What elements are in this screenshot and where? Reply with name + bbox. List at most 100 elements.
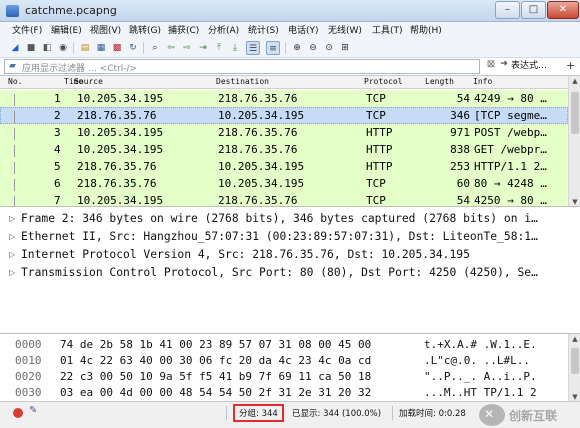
packet-cell-info: HTTP/1.1 2… xyxy=(474,160,547,173)
save-icon[interactable]: ▦ xyxy=(94,41,108,55)
scroll-up-icon[interactable]: ▲ xyxy=(571,335,579,343)
zoom-out-icon[interactable]: ⊖ xyxy=(306,41,320,55)
stop-icon[interactable]: ■ xyxy=(24,41,38,55)
menu-analyze[interactable]: 分析(A) xyxy=(208,23,239,36)
menu-telephony[interactable]: 电话(Y) xyxy=(288,23,319,36)
detail-tcp[interactable]: ▷ Transmission Control Protocol, Src Por… xyxy=(0,264,580,282)
bytes-row[interactable]: 0000 74 de 2b 58 1b 41 00 23 89 57 07 31… xyxy=(0,336,568,353)
packet-list-scrollbar[interactable]: ▲ ▼ xyxy=(568,76,580,207)
zoom-in-icon[interactable]: ⊕ xyxy=(290,41,304,55)
packet-cell-length: 971 xyxy=(450,126,470,139)
maximize-button[interactable]: □ xyxy=(521,1,546,19)
menu-tools[interactable]: 工具(T) xyxy=(372,23,403,36)
minimize-button[interactable]: – xyxy=(495,1,520,19)
bytes-scrollbar[interactable]: ▲ ▼ xyxy=(568,334,580,402)
packet-row[interactable]: 4 10.205.34.195 218.76.35.76 HTTP 838 GET /we… xyxy=(0,141,568,158)
menu-capture[interactable]: 捕获(C) xyxy=(168,23,199,36)
close-button[interactable]: ✕ xyxy=(547,1,579,19)
first-icon[interactable]: ⤒ xyxy=(212,41,226,55)
menu-help[interactable]: 帮助(H) xyxy=(410,23,442,36)
menu-wireless[interactable]: 无线(W) xyxy=(328,23,362,36)
packet-cell-info: [TCP segme… xyxy=(474,109,547,122)
detail-frame[interactable]: ▷ Frame 2: 346 bytes on wire (2768 bits)… xyxy=(0,210,580,228)
options-icon[interactable]: ◉ xyxy=(56,41,70,55)
menu-statistics[interactable]: 统计(S) xyxy=(248,23,279,36)
packet-row[interactable]: 1 10.205.34.195 218.76.35.76 TCP 54 4249 → 80… xyxy=(0,90,568,107)
bytes-row[interactable]: 0020 22 c3 00 50 10 9a 5f f5 41 b9 7f 69… xyxy=(0,368,568,385)
expand-arrow-icon[interactable]: ▷ xyxy=(9,250,15,259)
menu-file[interactable]: 文件(F) xyxy=(12,23,42,36)
capture-comment-icon[interactable]: ✎ xyxy=(29,405,37,416)
scrollbar-thumb[interactable] xyxy=(571,348,579,374)
packet-row[interactable]: 6 218.76.35.76 10.205.34.195 TCP 60 80 → 4248… xyxy=(0,175,568,192)
menu-view[interactable]: 视图(V) xyxy=(90,23,121,36)
packet-cell-source: 218.76.35.76 xyxy=(77,109,157,122)
packet-cell-no: 3 xyxy=(54,126,61,139)
bookmark-icon[interactable]: ▰ xyxy=(9,61,19,72)
column-header-protocol[interactable]: Protocol xyxy=(364,77,403,86)
open-icon[interactable]: ▤ xyxy=(78,41,92,55)
scrollbar-thumb[interactable] xyxy=(571,92,579,134)
detail-ethernet[interactable]: ▷ Ethernet II, Src: Hangzhou_57:07:31 (0… xyxy=(0,228,580,246)
fin-icon[interactable]: ◢ xyxy=(8,41,22,55)
bytes-hex: 74 de 2b 58 1b 41 00 23 89 57 07 31 08 0… xyxy=(60,338,372,351)
conversation-bracket xyxy=(14,94,22,106)
scroll-down-icon[interactable]: ▼ xyxy=(571,198,579,206)
column-header-no[interactable]: No. xyxy=(8,77,22,86)
packet-list-header: No. Time Source Destination Protocol Len… xyxy=(0,76,568,89)
column-header-source[interactable]: Source xyxy=(74,77,103,86)
column-header-length[interactable]: Length xyxy=(425,77,454,86)
packet-cell-source: 10.205.34.195 xyxy=(77,143,164,156)
bytes-row[interactable]: 0030 03 ea 00 4d 00 00 48 54 54 50 2f 31… xyxy=(0,384,568,401)
packet-details-pane: ▷ Frame 2: 346 bytes on wire (2768 bits)… xyxy=(0,206,580,333)
autoscroll-icon[interactable]: ☰ xyxy=(246,41,260,55)
scroll-up-icon[interactable]: ▲ xyxy=(571,77,579,85)
column-header-info[interactable]: Info xyxy=(473,77,492,86)
main-toolbar: ◢ ■ ◧ ◉ ▤ ▦ ▩ ↻ ⌕ ⇦ ⇨ ⇥ ⤒ ⤓ ☰ ≡ ⊕ ⊖ ⊙ ⊞ xyxy=(0,38,580,58)
packet-row[interactable]: 3 10.205.34.195 218.76.35.76 HTTP 971 POST /w… xyxy=(0,124,568,141)
column-header-destination[interactable]: Destination xyxy=(216,77,269,86)
zoom-reset-icon[interactable]: ⊙ xyxy=(322,41,336,55)
reload-icon[interactable]: ↻ xyxy=(126,41,140,55)
detail-ip[interactable]: ▷ Internet Protocol Version 4, Src: 218.… xyxy=(0,246,580,264)
bytes-hex: 22 c3 00 50 10 9a 5f f5 41 b9 7f 69 11 c… xyxy=(60,370,372,383)
scroll-down-icon[interactable]: ▼ xyxy=(571,393,579,401)
status-bar: ✎ 分组: 344 已显示: 344 (100.0%) 加载时间: 0:0.28… xyxy=(0,401,580,428)
display-filter-bar: ▰ 应用显示过滤器 … <Ctrl-/> ⊠ ➔ 表达式… + xyxy=(0,58,580,75)
packet-cell-protocol: HTTP xyxy=(366,126,393,139)
clear-filter-icon[interactable]: ⊠ xyxy=(484,59,498,74)
packet-cell-length: 838 xyxy=(450,143,470,156)
resize-columns-icon[interactable]: ⊞ xyxy=(338,41,352,55)
expand-arrow-icon[interactable]: ▷ xyxy=(9,214,15,223)
back-icon[interactable]: ⇦ xyxy=(164,41,178,55)
packet-cell-length: 60 xyxy=(456,177,470,190)
packet-cell-length: 346 xyxy=(450,109,470,122)
colorize-icon[interactable]: ≡ xyxy=(266,41,280,55)
bytes-row[interactable]: 0010 01 4c 22 63 40 00 30 06 fc 20 da 4c… xyxy=(0,352,568,369)
menu-go[interactable]: 跳转(G) xyxy=(129,23,161,36)
detail-text: Transmission Control Protocol, Src Port:… xyxy=(21,266,538,279)
last-icon[interactable]: ⤓ xyxy=(228,41,242,55)
display-filter-input[interactable]: ▰ 应用显示过滤器 … <Ctrl-/> xyxy=(4,59,480,74)
filter-placeholder: 应用显示过滤器 … <Ctrl-/> xyxy=(22,64,138,74)
packet-cell-destination: 10.205.34.195 xyxy=(218,160,305,173)
find-icon[interactable]: ⌕ xyxy=(148,41,162,55)
packet-cell-info: GET /webpr… xyxy=(474,143,547,156)
goto-icon[interactable]: ⇥ xyxy=(196,41,210,55)
expert-info-icon[interactable] xyxy=(13,408,23,418)
close-file-icon[interactable]: ▩ xyxy=(110,41,124,55)
packet-cell-destination: 218.76.35.76 xyxy=(218,143,298,156)
conversation-bracket xyxy=(14,111,22,123)
add-filter-button[interactable]: + xyxy=(566,59,578,74)
expand-arrow-icon[interactable]: ▷ xyxy=(9,268,15,277)
restart-icon[interactable]: ◧ xyxy=(40,41,54,55)
packet-cell-no: 2 xyxy=(54,109,61,122)
conversation-bracket xyxy=(14,128,22,140)
forward-icon[interactable]: ⇨ xyxy=(180,41,194,55)
status-displayed: 已显示: 344 (100.0%) xyxy=(292,409,382,419)
menu-edit[interactable]: 编辑(E) xyxy=(51,23,82,36)
packet-row[interactable]: 2 218.76.35.76 10.205.34.195 TCP 346 [TCP seg… xyxy=(0,107,568,124)
packet-row[interactable]: 5 218.76.35.76 10.205.34.195 HTTP 253 HTTP/1.… xyxy=(0,158,568,175)
expand-arrow-icon[interactable]: ▷ xyxy=(9,232,15,241)
expression-button[interactable]: 表达式… xyxy=(508,59,564,74)
